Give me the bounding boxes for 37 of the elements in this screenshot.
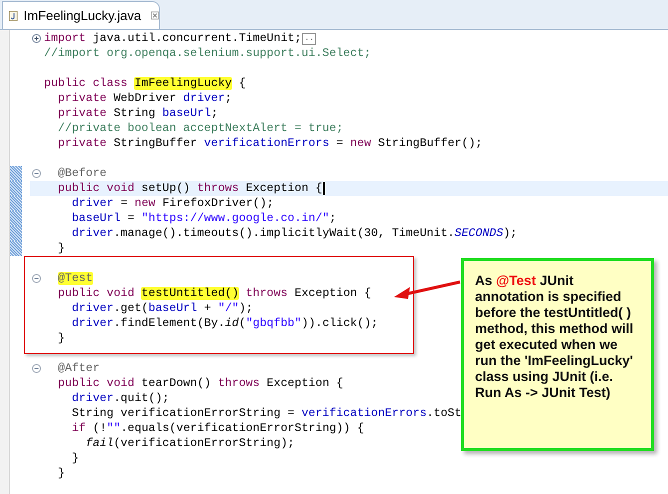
code-line: fail(verificationErrorString); xyxy=(84,436,294,451)
code-line: } xyxy=(56,466,65,481)
code-line: @Before xyxy=(56,166,107,181)
code-line: driver.manage().timeouts().implicitlyWait(30, TimeUnit.SECONDS); xyxy=(70,226,518,241)
code-line: driver.findElement(By.id("gbqfbb")).click(); xyxy=(70,316,378,331)
code-line: driver.quit(); xyxy=(70,391,170,406)
code-line: driver = new FirefoxDriver(); xyxy=(70,196,274,211)
text-cursor xyxy=(323,182,326,195)
code-line: private String baseUrl; xyxy=(56,106,218,121)
editor-tab[interactable]: ImFeelingLucky.java xyxy=(2,1,160,29)
collapse-icon[interactable] xyxy=(32,274,41,283)
code-line: } xyxy=(56,331,65,346)
code-line: //import org.openqa.selenium.support.ui.Select; xyxy=(43,46,371,61)
code-line: } xyxy=(70,451,79,466)
callout-text: As @Test JUnit annotation is specified before the testUntitled( ) method, this method will get executed when we run the 'ImFeelingLucky' class using JUnit (i.e. Run As -> JUnit Test) xyxy=(475,273,634,401)
code-line: private WebDriver driver; xyxy=(56,91,232,106)
code-line: public void testUntitled() throws Exception { xyxy=(56,286,372,301)
code-line: public class ImFeelingLucky { xyxy=(43,76,246,91)
code-line: baseUrl = "https://www.google.co.in/"; xyxy=(70,211,336,226)
code-line: public void setUp() throws Exception { xyxy=(43,181,326,196)
code-line: private StringBuffer verificationErrors = new StringBuffer(); xyxy=(56,136,482,151)
collapse-icon[interactable] xyxy=(32,364,41,373)
pointer-arrow xyxy=(392,279,462,301)
code-line: } xyxy=(56,241,65,256)
code-line: @After xyxy=(56,361,100,376)
code-line: import java.util.concurrent.TimeUnit; .. xyxy=(43,31,316,46)
close-icon[interactable] xyxy=(151,10,159,21)
collapsed-code-marker[interactable]: .. xyxy=(302,32,316,44)
collapse-icon[interactable] xyxy=(32,169,41,178)
tab-title: ImFeelingLucky.java xyxy=(24,6,142,25)
java-file-icon xyxy=(9,8,18,22)
expand-icon[interactable] xyxy=(32,34,41,43)
code-line: driver.get(baseUrl + "/"); xyxy=(70,301,253,316)
code-line: String verificationErrorString = verificationErrors.toSt xyxy=(70,406,462,421)
code-line: if (!"".equals(verificationErrorString)) { xyxy=(70,421,364,436)
code-line: public void tearDown() throws Exception { xyxy=(56,376,344,391)
code-line: //private boolean acceptNextAlert = true; xyxy=(56,121,344,136)
